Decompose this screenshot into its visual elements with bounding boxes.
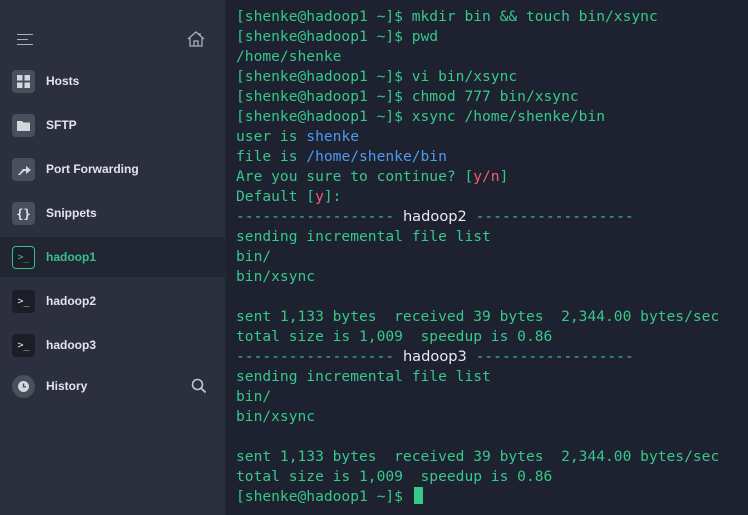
terminal-text: sent 1,133 bytes received 39 bytes 2,344…	[236, 448, 720, 465]
sidebar-item-label: SFTP	[46, 118, 77, 132]
terminal-line: bin/xsync	[236, 267, 748, 287]
terminal-text: sending incremental file list	[236, 368, 491, 385]
terminal-text: [shenke@hadoop1 ~]$ vi bin/xsync	[236, 68, 518, 85]
terminal-text: y/n	[473, 168, 500, 185]
terminal-text: total size is 1,009 speedup is 0.86	[236, 468, 553, 485]
sidebar-header	[0, 0, 225, 58]
terminal-text: ------------------	[466, 208, 634, 225]
terminal-text: ------------------	[236, 208, 403, 225]
search-icon[interactable]	[191, 378, 207, 394]
terminal-icon: >_	[12, 334, 35, 357]
sidebar-item-label: Snippets	[46, 206, 97, 220]
terminal-text: [shenke@hadoop1 ~]$ pwd	[236, 28, 439, 45]
terminal-line: sending incremental file list	[236, 227, 748, 247]
terminal-line: [shenke@hadoop1 ~]$ chmod 777 bin/xsync	[236, 87, 748, 107]
sidebar-item-label: hadoop2	[46, 294, 96, 308]
terminal-text: total size is 1,009 speedup is 0.86	[236, 328, 553, 345]
terminal-text: file is	[236, 148, 307, 165]
sidebar: Hosts SFTP Port Forwarding {} Snippets >…	[0, 0, 226, 515]
terminal-prompt: [shenke@hadoop1 ~]$	[236, 488, 412, 505]
terminal-line: sent 1,133 bytes received 39 bytes 2,344…	[236, 447, 748, 467]
terminal-prompt-line[interactable]: [shenke@hadoop1 ~]$	[236, 487, 748, 507]
terminal-text: [shenke@hadoop1 ~]$ mkdir bin && touch b…	[236, 8, 658, 25]
terminal-line: total size is 1,009 speedup is 0.86	[236, 327, 748, 347]
terminal-line: total size is 1,009 speedup is 0.86	[236, 467, 748, 487]
terminal-line: Default [y]:	[236, 187, 748, 207]
hamburger-icon[interactable]	[17, 34, 33, 46]
terminal-line: bin/	[236, 387, 748, 407]
sidebar-item-hadoop3[interactable]: >_ hadoop3	[0, 325, 226, 365]
terminal-line: [shenke@hadoop1 ~]$ xsync /home/shenke/b…	[236, 107, 748, 127]
terminal-line: sending incremental file list	[236, 367, 748, 387]
terminal-line: bin/	[236, 247, 748, 267]
terminal-text: bin/	[236, 388, 272, 405]
folder-icon	[12, 114, 35, 137]
terminal-text: y	[315, 188, 324, 205]
terminal-text: ]	[499, 168, 509, 185]
server-grid-icon	[12, 70, 35, 93]
sidebar-item-label: Hosts	[46, 74, 80, 88]
terminal-text: /home/shenke/bin	[306, 148, 447, 165]
terminal-text: ------------------	[466, 348, 634, 365]
terminal-output[interactable]: [shenke@hadoop1 ~]$ mkdir bin && touch b…	[227, 0, 748, 515]
terminal-text: bin/xsync	[236, 268, 316, 285]
terminal-line: [shenke@hadoop1 ~]$ pwd	[236, 27, 748, 47]
terminal-icon: >_	[12, 290, 35, 313]
terminal-text: [shenke@hadoop1 ~]$ xsync /home/shenke/b…	[236, 108, 606, 125]
terminal-text: sending incremental file list	[236, 228, 491, 245]
sidebar-item-label: hadoop3	[46, 338, 96, 352]
arrow-forward-icon	[12, 158, 35, 181]
sidebar-item-label: hadoop1	[46, 250, 96, 264]
braces-icon: {}	[12, 202, 35, 225]
sidebar-item-history[interactable]: History	[0, 366, 226, 406]
sidebar-item-hosts[interactable]: Hosts	[0, 61, 226, 101]
sidebar-item-hadoop2[interactable]: >_ hadoop2	[0, 281, 226, 321]
sidebar-item-hadoop1[interactable]: >_ hadoop1	[0, 237, 226, 277]
terminal-text: hadoop3	[402, 348, 467, 365]
terminal-text: user is	[236, 128, 307, 145]
terminal-icon: >_	[12, 246, 35, 269]
terminal-line: file is /home/shenke/bin	[236, 147, 748, 167]
terminal-cursor	[413, 487, 423, 504]
sidebar-item-sftp[interactable]: SFTP	[0, 105, 226, 145]
terminal-line: sent 1,133 bytes received 39 bytes 2,344…	[236, 307, 748, 327]
clock-icon	[12, 375, 35, 398]
sidebar-item-label: History	[46, 379, 88, 393]
terminal-text: /home/shenke	[236, 48, 342, 65]
terminal-line: ------------------ hadoop2 -------------…	[236, 207, 748, 227]
terminal-line: Are you sure to continue? [y/n]	[236, 167, 748, 187]
sidebar-item-snippets[interactable]: {} Snippets	[0, 193, 226, 233]
terminal-text: ------------------	[236, 348, 403, 365]
terminal-line: /home/shenke	[236, 47, 748, 67]
terminal-text: sent 1,133 bytes received 39 bytes 2,344…	[236, 308, 720, 325]
terminal-text: Default [	[236, 188, 316, 205]
terminal-text: Are you sure to continue? [	[236, 168, 474, 185]
terminal-line: [shenke@hadoop1 ~]$ vi bin/xsync	[236, 67, 748, 87]
terminal-text: bin/	[236, 248, 272, 265]
terminal-text: hadoop2	[402, 208, 467, 225]
terminal-text: [shenke@hadoop1 ~]$ chmod 777 bin/xsync	[236, 88, 579, 105]
terminal-line: user is shenke	[236, 127, 748, 147]
terminal-text: bin/xsync	[236, 408, 316, 425]
home-icon[interactable]	[186, 30, 206, 48]
terminal-line: bin/xsync	[236, 407, 748, 427]
sidebar-item-port-forwarding[interactable]: Port Forwarding	[0, 149, 226, 189]
terminal-text: shenke	[306, 128, 360, 145]
sidebar-item-label: Port Forwarding	[46, 162, 139, 176]
terminal-text: ]:	[323, 188, 342, 205]
terminal-line: [shenke@hadoop1 ~]$ mkdir bin && touch b…	[236, 7, 748, 27]
terminal-line: ------------------ hadoop3 -------------…	[236, 347, 748, 367]
